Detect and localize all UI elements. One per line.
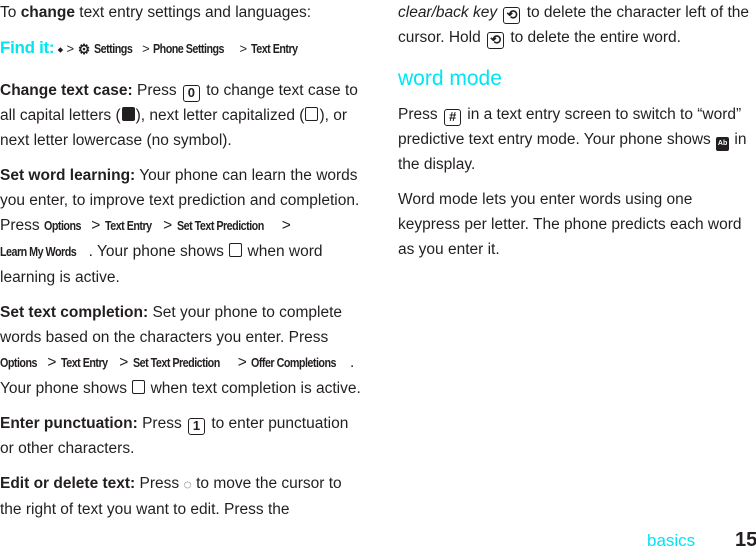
word-mode-ab-icon: Ab [716, 137, 730, 151]
find-it-path: Find it: ⬩ > ⚙ Settings > Phone Settings… [0, 35, 362, 62]
settings-gear-icon: ⚙ [77, 41, 91, 57]
next-cap-icon [305, 107, 319, 121]
word-learning-paragraph: Set word learning: Your phone can learn … [0, 167, 360, 286]
key-hash-icon: # [443, 109, 461, 126]
menu-text-entry: Text Entry [250, 42, 298, 56]
intro-bold: change [20, 4, 75, 21]
find-it-label: Find it: [0, 38, 55, 57]
key-1-icon: 1 [188, 418, 206, 435]
word-mode-paragraph-2: Word mode lets you enter words using one… [398, 191, 742, 258]
text-completion-icon [132, 380, 146, 394]
word-mode-paragraph-1: Press # in a text entry screen to switch… [398, 106, 747, 173]
footer-section-label: basics [647, 531, 696, 550]
nav-key-icon: ◌ [183, 476, 192, 492]
menu-phone-settings: Phone Settings [153, 42, 225, 56]
edit-delete-lead: Edit or delete text: [0, 475, 136, 492]
all-caps-icon [121, 107, 135, 121]
section-heading-word-mode: word mode [398, 67, 502, 90]
punctuation-paragraph: Enter punctuation: Press 1 to enter punc… [0, 415, 349, 457]
intro-paragraph: To change text entry settings and langua… [0, 4, 312, 21]
clear-key-icon: ⟲ [487, 32, 505, 49]
change-case-paragraph: Change text case: Press 0 to change text… [0, 82, 358, 149]
word-learning-lead: Set word learning: [0, 167, 136, 184]
right-column: clear/back key ⟲ to delete the character… [398, 0, 756, 272]
clear-key-paragraph: clear/back key ⟲ to delete the character… [398, 4, 750, 49]
edit-delete-paragraph: Edit or delete text: Press ◌ to move the… [0, 471, 362, 522]
key-0-icon: 0 [182, 85, 200, 102]
text-completion-lead: Set text completion: [0, 304, 149, 321]
menu-settings: Settings [93, 42, 133, 56]
text-completion-paragraph: Set text completion: Set your phone to c… [0, 304, 361, 397]
punctuation-lead: Enter punctuation: [0, 415, 138, 432]
nav-key-center-icon: ⬩ [57, 41, 63, 57]
page-number: 15 [735, 529, 756, 551]
left-column: To change text entry settings and langua… [0, 0, 362, 532]
change-case-lead: Change text case: [0, 82, 133, 99]
clear-key-icon: ⟲ [503, 7, 521, 24]
word-learning-icon [229, 243, 243, 257]
